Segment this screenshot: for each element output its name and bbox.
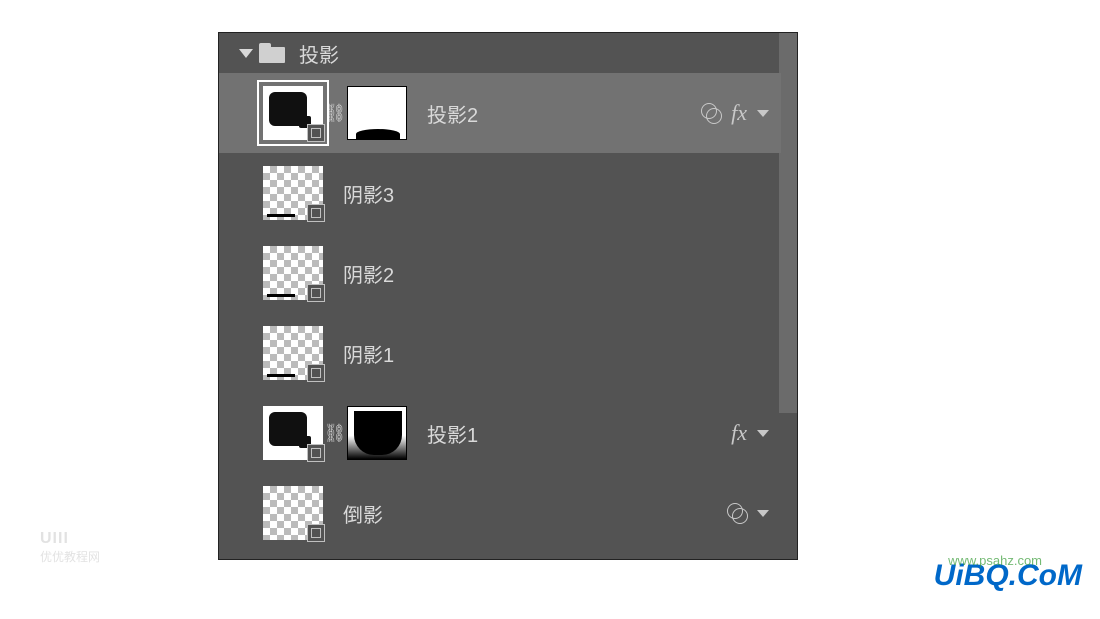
chevron-down-icon[interactable] (757, 110, 769, 117)
smart-object-icon (307, 444, 325, 462)
layer-name[interactable]: 阴影1 (343, 339, 781, 368)
layer-mask-thumbnail[interactable] (347, 86, 407, 140)
layer-group-header[interactable]: 投影 (219, 33, 781, 73)
layer-thumbnail[interactable] (263, 86, 323, 140)
watermark-right: www.psahz.com UiBQ.CoM (934, 559, 1082, 593)
layer-name[interactable]: 投影1 (427, 419, 781, 448)
layer-thumbnail[interactable] (263, 246, 323, 300)
layers-panel: 投影 ⛓ 投影2 fx 阴影3 (218, 32, 798, 560)
chevron-down-icon[interactable] (239, 49, 253, 58)
layer-row[interactable]: ⛓ 投影1 fx (219, 393, 781, 473)
layer-thumbnail[interactable] (263, 166, 323, 220)
chevron-down-icon[interactable] (757, 430, 769, 437)
smart-object-icon (307, 284, 325, 302)
scrollbar-track[interactable] (779, 33, 797, 559)
layer-thumbnail[interactable] (263, 406, 323, 460)
layer-thumbnail[interactable] (263, 486, 323, 540)
watermark-left: UIII 优优教程网 (40, 530, 100, 565)
smart-object-icon (307, 204, 325, 222)
smart-object-icon (307, 364, 325, 382)
link-icon[interactable]: ⛓ (323, 103, 347, 124)
layer-name[interactable]: 阴影2 (343, 259, 781, 288)
watermark-logo: UIII (40, 530, 100, 548)
smart-object-icon (307, 524, 325, 542)
layer-row[interactable]: 阴影2 (219, 233, 781, 313)
chevron-down-icon[interactable] (757, 510, 769, 517)
watermark-text: 优优教程网 (40, 548, 100, 565)
scrollbar-thumb[interactable] (779, 33, 797, 413)
group-name: 投影 (299, 39, 339, 68)
layers-list: 投影 ⛓ 投影2 fx 阴影3 (219, 33, 781, 559)
smart-object-icon (307, 124, 325, 142)
layer-thumbnail[interactable] (263, 326, 323, 380)
layer-row[interactable]: ⛓ 投影2 fx (219, 73, 781, 153)
layer-name[interactable]: 阴影3 (343, 179, 781, 208)
layer-mask-thumbnail[interactable] (347, 406, 407, 460)
blend-mode-icon[interactable] (727, 503, 747, 523)
blend-mode-icon[interactable] (701, 103, 721, 123)
link-icon[interactable]: ⛓ (323, 423, 347, 444)
layer-name[interactable]: 倒影 (343, 499, 781, 528)
fx-icon[interactable]: fx (731, 100, 747, 126)
layer-row[interactable]: 阴影3 (219, 153, 781, 233)
layer-row[interactable]: 倒影 (219, 473, 781, 553)
folder-icon (259, 43, 285, 63)
fx-icon[interactable]: fx (731, 420, 747, 446)
watermark-small: www.psahz.com (948, 553, 1042, 568)
layer-row[interactable]: 阴影1 (219, 313, 781, 393)
